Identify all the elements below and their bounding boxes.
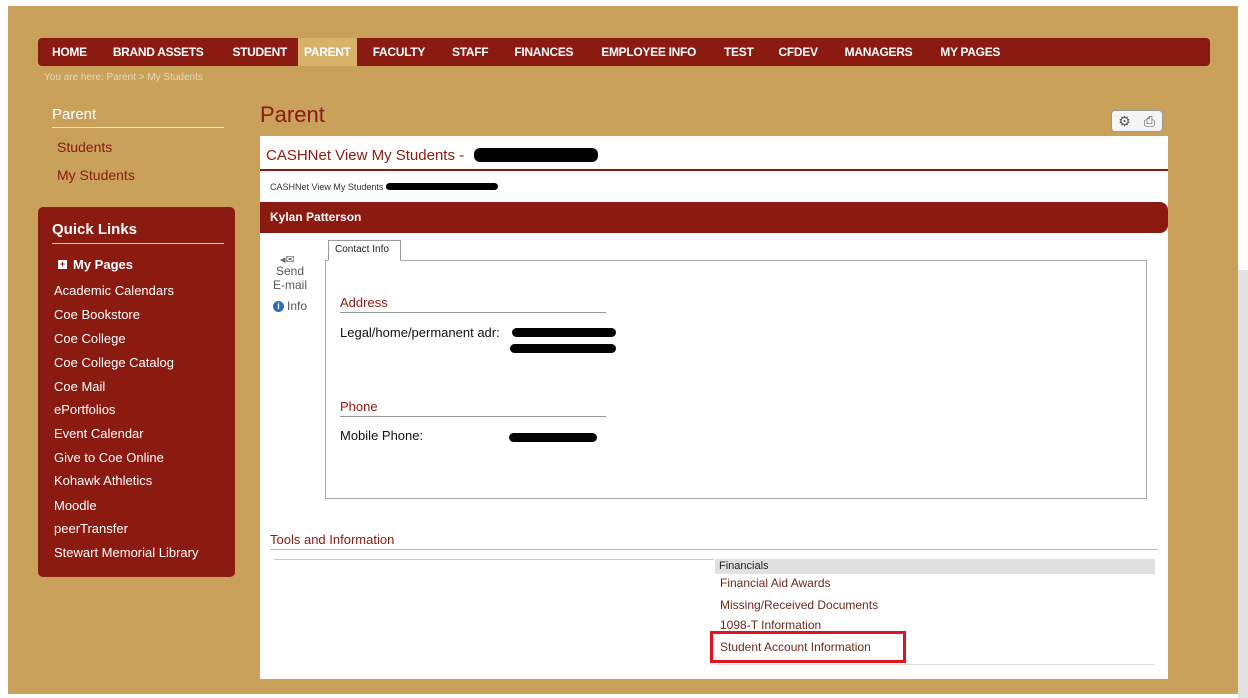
- quick-link-item[interactable]: Stewart Memorial Library: [54, 545, 199, 560]
- quick-link-item[interactable]: Event Calendar: [54, 426, 144, 441]
- phone-heading: Phone: [340, 399, 606, 417]
- nav-cfdev[interactable]: CFDEV: [779, 45, 818, 59]
- financials-divider: [715, 664, 1155, 665]
- send-email-link[interactable]: Send E-mail: [270, 264, 310, 292]
- tools-divider: [274, 559, 714, 560]
- quick-link-item[interactable]: Give to Coe Online: [54, 450, 164, 465]
- redacted-name: [474, 148, 598, 162]
- address-label: Legal/home/permanent adr:: [340, 325, 500, 340]
- 1098t-information-link[interactable]: 1098-T Information: [720, 618, 821, 632]
- quick-link-item[interactable]: Coe Bookstore: [54, 307, 140, 322]
- nav-my-pages[interactable]: MY PAGES: [940, 45, 1000, 59]
- quick-link-item[interactable]: Coe Mail: [54, 379, 105, 394]
- quick-links-panel: Quick Links + My Pages Academic Calendar…: [38, 207, 235, 577]
- missing-received-documents-link[interactable]: Missing/Received Documents: [720, 598, 878, 612]
- financials-heading: Financials: [715, 559, 1155, 574]
- breadcrumb: You are here: Parent > My Students: [44, 72, 203, 83]
- page-title: Parent: [260, 102, 325, 127]
- quick-link-my-pages[interactable]: + My Pages: [58, 257, 133, 272]
- sidebar-item-students[interactable]: Students: [57, 139, 112, 155]
- nav-staff[interactable]: STAFF: [452, 45, 489, 59]
- phone-label: Mobile Phone:: [340, 428, 424, 443]
- expand-icon: +: [58, 259, 67, 269]
- panel-breadcrumb: CASHNet View My Students >: [270, 182, 392, 192]
- nav-parent[interactable]: PARENT: [298, 38, 357, 66]
- scrollbar[interactable]: [1238, 270, 1248, 698]
- nav-faculty[interactable]: FACULTY: [373, 45, 426, 59]
- tab-contact-info[interactable]: Contact Info: [328, 240, 401, 261]
- contact-info-box: Address Legal/home/permanent adr: Phone …: [325, 260, 1147, 499]
- student-name: Kylan Patterson: [270, 210, 362, 224]
- nav-finances[interactable]: FINANCES: [514, 45, 573, 59]
- quick-link-item[interactable]: Coe College: [54, 331, 126, 346]
- sidebar-heading: Parent: [52, 106, 224, 128]
- nav-student[interactable]: STUDENT: [232, 45, 287, 59]
- gear-icon[interactable]: ⚙: [1117, 113, 1133, 129]
- quick-link-my-pages-label: My Pages: [73, 257, 133, 272]
- quick-link-item[interactable]: peerTransfer: [54, 521, 128, 536]
- info-link[interactable]: i Info: [273, 299, 307, 313]
- quick-link-item[interactable]: ePortfolios: [54, 402, 115, 417]
- tools-heading: Tools and Information: [270, 532, 1158, 550]
- quick-link-item[interactable]: Moodle: [54, 498, 97, 513]
- redacted-address-line-2: [510, 344, 616, 353]
- nav-home[interactable]: HOME: [52, 45, 87, 59]
- quick-links-title: Quick Links: [52, 221, 224, 244]
- nav-brand-assets[interactable]: BRAND ASSETS: [113, 45, 204, 59]
- address-heading: Address: [340, 295, 606, 313]
- redacted-address-line-1: [512, 328, 616, 337]
- highlight-box: [710, 631, 906, 663]
- financial-aid-awards-link[interactable]: Financial Aid Awards: [720, 576, 831, 590]
- printer-icon[interactable]: ⎙: [1142, 113, 1158, 129]
- info-label: Info: [287, 299, 308, 313]
- info-icon: i: [273, 300, 284, 312]
- nav-test[interactable]: TEST: [724, 45, 754, 59]
- quick-link-item[interactable]: Kohawk Athletics: [54, 473, 152, 488]
- panel-title: CASHNet View My Students -: [266, 147, 465, 164]
- window-edge-bottom: [0, 694, 1248, 698]
- top-nav: HOME BRAND ASSETS STUDENT PARENT FACULTY…: [38, 38, 1210, 66]
- nav-managers[interactable]: MANAGERS: [845, 45, 913, 59]
- window-edge-top: [0, 0, 1248, 6]
- student-panel: CASHNet View My Students - CASHNet View …: [260, 136, 1168, 679]
- redacted-crumb: [386, 183, 498, 190]
- page-tools: ⚙ ⎙: [1111, 110, 1163, 132]
- panel-divider: [260, 169, 1168, 171]
- nav-employee-info[interactable]: EMPLOYEE INFO: [601, 45, 696, 59]
- student-header: Kylan Patterson: [260, 202, 1168, 233]
- quick-link-item[interactable]: Academic Calendars: [54, 283, 174, 298]
- redacted-phone: [509, 433, 597, 442]
- quick-link-item[interactable]: Coe College Catalog: [54, 355, 174, 370]
- sidebar-item-my-students[interactable]: My Students: [57, 167, 135, 183]
- window-edge-left: [0, 0, 8, 698]
